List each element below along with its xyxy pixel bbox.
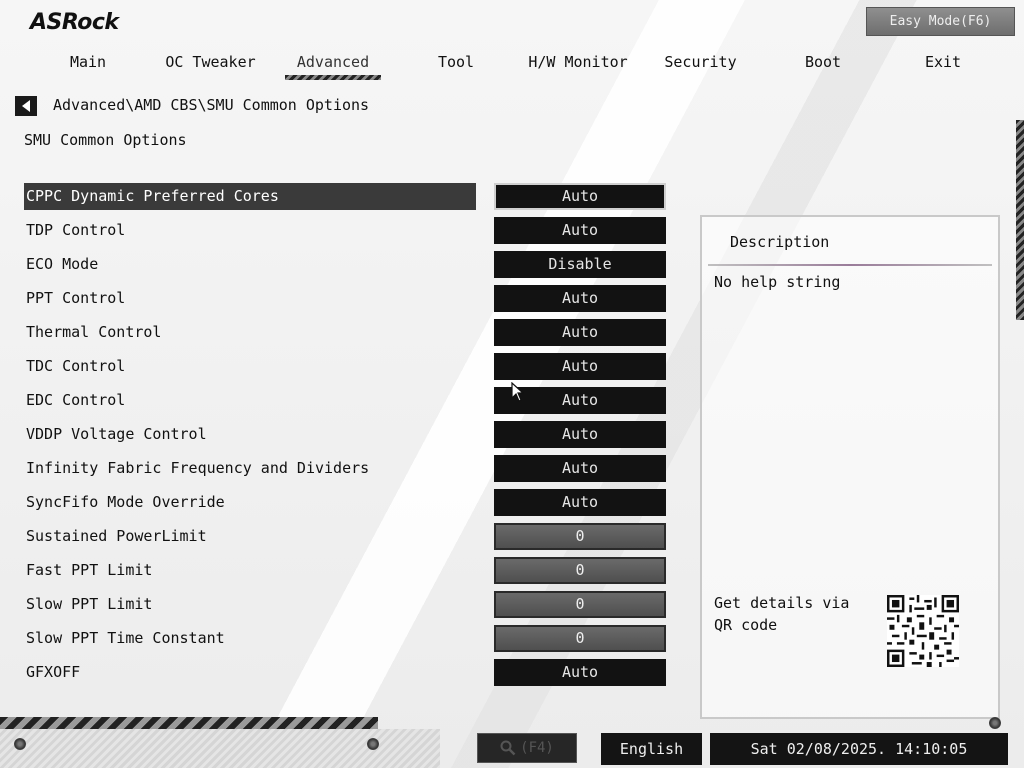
tab-main[interactable]: Main bbox=[48, 50, 128, 74]
back-button[interactable] bbox=[15, 96, 37, 116]
main-tabs: Main OC Tweaker Advanced Tool H/W Monito… bbox=[28, 50, 1008, 80]
setting-value[interactable]: Auto bbox=[494, 421, 666, 448]
setting-row-sustained-powerlimit[interactable]: Sustained PowerLimit 0 bbox=[24, 523, 666, 557]
description-title: Description bbox=[730, 233, 830, 251]
setting-row-slow-ppt-time-constant[interactable]: Slow PPT Time Constant 0 bbox=[24, 625, 666, 659]
setting-label: PPT Control bbox=[26, 289, 126, 307]
tab-security[interactable]: Security bbox=[653, 50, 748, 74]
qr-code-icon bbox=[887, 595, 959, 667]
setting-value[interactable]: Auto bbox=[494, 455, 666, 482]
setting-label: Slow PPT Limit bbox=[26, 595, 153, 613]
setting-row-cppc-dynamic-preferred-cores[interactable]: CPPC Dynamic Preferred Cores Auto bbox=[24, 183, 666, 217]
back-arrow-icon bbox=[22, 100, 30, 112]
tab-hw-monitor[interactable]: H/W Monitor bbox=[523, 50, 633, 74]
setting-label: GFXOFF bbox=[26, 663, 81, 681]
setting-row-ppt-control[interactable]: PPT Control Auto bbox=[24, 285, 666, 319]
setting-row-tdc-control[interactable]: TDC Control Auto bbox=[24, 353, 666, 387]
setting-row-fast-ppt-limit[interactable]: Fast PPT Limit 0 bbox=[24, 557, 666, 591]
description-panel: Description No help string Get details v… bbox=[700, 215, 1000, 719]
qr-details-text: Get details via QR code bbox=[714, 594, 850, 634]
settings-list: CPPC Dynamic Preferred Cores Auto TDP Co… bbox=[24, 183, 666, 693]
setting-row-eco-mode[interactable]: ECO Mode Disable bbox=[24, 251, 666, 285]
mouse-cursor-icon bbox=[511, 382, 525, 402]
setting-value-input[interactable]: 0 bbox=[494, 557, 666, 584]
setting-value[interactable]: Auto bbox=[494, 659, 666, 686]
asrock-logo: ASRock bbox=[30, 10, 119, 35]
screw-icon bbox=[367, 738, 379, 750]
search-shortcut-label: (F4) bbox=[520, 740, 554, 756]
setting-value-input[interactable]: 0 bbox=[494, 523, 666, 550]
decorative-stripe bbox=[0, 717, 378, 729]
description-divider bbox=[708, 264, 992, 266]
screw-icon bbox=[989, 717, 1001, 729]
setting-label: Slow PPT Time Constant bbox=[26, 629, 225, 647]
setting-value[interactable]: Auto bbox=[494, 285, 666, 312]
setting-value-input[interactable]: 0 bbox=[494, 591, 666, 618]
tab-boot[interactable]: Boot bbox=[783, 50, 863, 74]
tab-advanced-label: Advanced bbox=[296, 53, 370, 71]
setting-label: Sustained PowerLimit bbox=[26, 527, 207, 545]
setting-row-vddp-voltage-control[interactable]: VDDP Voltage Control Auto bbox=[24, 421, 666, 455]
tab-exit[interactable]: Exit bbox=[903, 50, 983, 74]
tab-oc-tweaker[interactable]: OC Tweaker bbox=[158, 50, 263, 74]
setting-row-gfxoff[interactable]: GFXOFF Auto bbox=[24, 659, 666, 693]
setting-label: TDP Control bbox=[26, 221, 126, 239]
scrollbar[interactable] bbox=[1016, 120, 1024, 320]
setting-row-infinity-fabric[interactable]: Infinity Fabric Frequency and Dividers A… bbox=[24, 455, 666, 489]
description-text: No help string bbox=[714, 273, 841, 291]
setting-label: Fast PPT Limit bbox=[26, 561, 153, 579]
setting-label: VDDP Voltage Control bbox=[26, 425, 207, 443]
setting-row-slow-ppt-limit[interactable]: Slow PPT Limit 0 bbox=[24, 591, 666, 625]
setting-label: CPPC Dynamic Preferred Cores bbox=[24, 183, 476, 210]
tab-tool[interactable]: Tool bbox=[416, 50, 496, 74]
setting-value[interactable]: Auto bbox=[494, 489, 666, 516]
setting-value-input[interactable]: 0 bbox=[494, 625, 666, 652]
setting-label: ECO Mode bbox=[26, 255, 99, 273]
setting-label: SyncFifo Mode Override bbox=[26, 493, 225, 511]
setting-row-thermal-control[interactable]: Thermal Control Auto bbox=[24, 319, 666, 353]
setting-label: TDC Control bbox=[26, 357, 126, 375]
setting-value[interactable]: Auto bbox=[494, 217, 666, 244]
search-icon bbox=[500, 740, 516, 756]
breadcrumb: Advanced\AMD CBS\SMU Common Options bbox=[53, 96, 370, 114]
setting-row-syncfifo-mode-override[interactable]: SyncFifo Mode Override Auto bbox=[24, 489, 666, 523]
search-button[interactable]: (F4) bbox=[477, 733, 577, 763]
setting-value[interactable]: Auto bbox=[494, 319, 666, 346]
datetime-display: Sat 02/08/2025. 14:10:05 bbox=[710, 733, 1008, 765]
setting-label: Infinity Fabric Frequency and Dividers bbox=[26, 459, 370, 477]
active-tab-indicator bbox=[285, 75, 381, 80]
easy-mode-button[interactable]: Easy Mode(F6) bbox=[866, 7, 1015, 36]
section-title: SMU Common Options bbox=[24, 131, 187, 149]
setting-value[interactable]: Auto bbox=[494, 353, 666, 380]
screw-icon bbox=[14, 738, 26, 750]
setting-value[interactable]: Disable bbox=[494, 251, 666, 278]
setting-label: EDC Control bbox=[26, 391, 126, 409]
setting-row-tdp-control[interactable]: TDP Control Auto bbox=[24, 217, 666, 251]
language-button[interactable]: English bbox=[601, 733, 702, 765]
tab-advanced[interactable]: Advanced bbox=[285, 50, 381, 80]
setting-value[interactable]: Auto bbox=[494, 183, 666, 210]
setting-label: Thermal Control bbox=[26, 323, 162, 341]
setting-row-edc-control[interactable]: EDC Control Auto bbox=[24, 387, 666, 421]
